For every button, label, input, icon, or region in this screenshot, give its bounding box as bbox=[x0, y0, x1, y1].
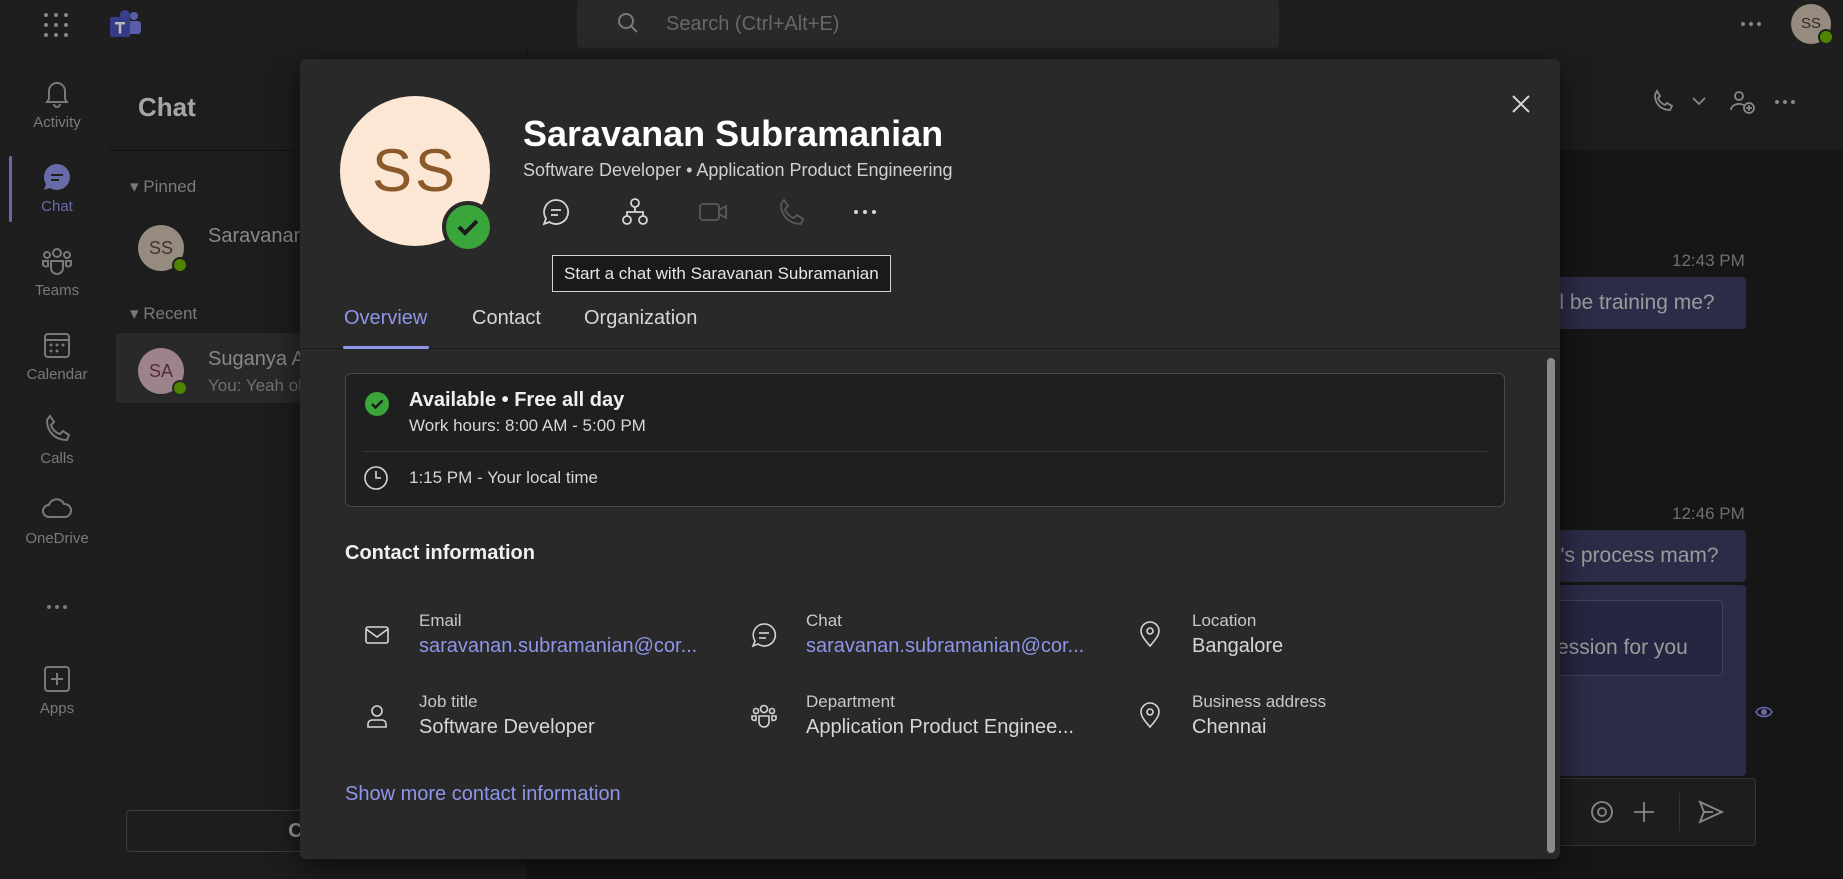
mail-icon bbox=[363, 621, 391, 649]
profile-card: SS Saravanan Subramanian Software Develo… bbox=[300, 59, 1560, 859]
contact-value: Chennai bbox=[1192, 716, 1267, 738]
profile-tabs: Overview Contact Organization bbox=[300, 304, 1560, 349]
tooltip: Start a chat with Saravanan Subramanian bbox=[552, 255, 891, 292]
contact-label: Business address bbox=[1192, 692, 1327, 711]
person-icon bbox=[363, 702, 391, 730]
clock-icon bbox=[363, 465, 389, 491]
more-actions-icon[interactable] bbox=[847, 194, 883, 230]
profile-name: Saravanan Subramanian bbox=[523, 113, 944, 154]
video-call-icon bbox=[695, 194, 731, 230]
availability-status: Available • Free all day bbox=[409, 389, 625, 411]
close-icon[interactable] bbox=[1506, 89, 1536, 119]
contact-location: Location Bangalore bbox=[1136, 611, 1466, 667]
tab-contact[interactable]: Contact bbox=[472, 304, 541, 349]
local-time: 1:15 PM - Your local time bbox=[409, 468, 598, 487]
contact-chat: Chat saravanan.subramanian@cor... bbox=[750, 611, 1084, 667]
contact-info-heading: Contact information bbox=[345, 542, 535, 564]
availability-panel: Available • Free all day Work hours: 8:0… bbox=[345, 373, 1505, 507]
tab-organization[interactable]: Organization bbox=[584, 304, 697, 349]
presence-available-icon bbox=[442, 201, 494, 253]
chat-icon bbox=[750, 621, 778, 649]
contact-value: Software Developer bbox=[419, 716, 595, 738]
profile-subtitle: Software Developer • Application Product… bbox=[523, 160, 953, 180]
tab-overview[interactable]: Overview bbox=[342, 304, 430, 349]
contact-department: Department Application Product Enginee..… bbox=[750, 692, 1080, 748]
contact-job-title: Job title Software Developer bbox=[363, 692, 693, 748]
scrollbar-thumb[interactable] bbox=[1547, 358, 1555, 853]
location-icon bbox=[1136, 621, 1164, 649]
contact-label: Department bbox=[806, 692, 895, 711]
scrollbar[interactable] bbox=[1546, 350, 1556, 859]
contact-value: Application Product Enginee... bbox=[806, 716, 1074, 738]
email-link[interactable]: saravanan.subramanian@cor... bbox=[419, 635, 699, 658]
contact-email: Email saravanan.subramanian@cor... bbox=[363, 611, 697, 667]
people-icon bbox=[750, 702, 778, 730]
contact-value: Bangalore bbox=[1192, 635, 1284, 657]
contact-label: Job title bbox=[419, 692, 478, 711]
org-chart-button[interactable] bbox=[617, 194, 653, 230]
contact-label: Location bbox=[1192, 611, 1257, 630]
profile-avatar: SS bbox=[340, 96, 494, 253]
work-hours: Work hours: 8:00 AM - 5:00 PM bbox=[409, 416, 646, 435]
show-more-contact-link[interactable]: Show more contact information bbox=[345, 783, 621, 806]
presence-available-icon bbox=[365, 392, 389, 416]
profile-avatar-initials: SS bbox=[371, 137, 459, 204]
contact-label: Email bbox=[419, 611, 462, 630]
chat-link[interactable]: saravanan.subramanian@cor... bbox=[806, 635, 1086, 658]
contact-label: Chat bbox=[806, 611, 842, 630]
start-chat-button[interactable] bbox=[538, 194, 574, 230]
contact-business-address: Business address Chennai bbox=[1136, 692, 1466, 748]
divider bbox=[363, 451, 1487, 452]
phone-call-icon bbox=[772, 194, 808, 230]
location-icon bbox=[1136, 702, 1164, 730]
